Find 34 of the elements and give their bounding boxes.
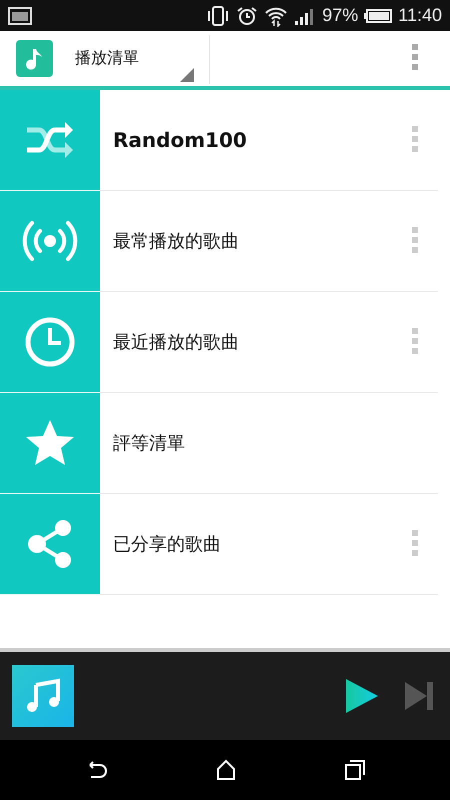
skip-next-button[interactable]	[404, 680, 434, 712]
vibrate-icon	[206, 6, 230, 26]
recent-apps-icon[interactable]	[344, 759, 366, 781]
album-art-icon[interactable]	[12, 665, 74, 727]
playlist-item[interactable]: 評等清單	[0, 393, 450, 494]
playlist-title: 已分享的歌曲	[113, 533, 222, 556]
playlist-item[interactable]: Random100	[0, 90, 450, 191]
broadcast-icon	[20, 219, 80, 263]
more-icon	[412, 226, 418, 252]
home-icon[interactable]	[214, 759, 237, 781]
share-icon	[27, 519, 73, 569]
battery-icon	[364, 8, 392, 22]
playlist-dropdown[interactable]: 播放清單	[75, 48, 139, 69]
image-icon	[8, 6, 32, 24]
more-icon	[412, 328, 418, 354]
playlist-title: Random100	[113, 128, 248, 152]
more-icon	[412, 530, 418, 556]
dropdown-corner-icon	[180, 68, 194, 82]
star-icon	[25, 419, 75, 467]
shuffle-icon	[25, 120, 75, 160]
alarm-clock-icon	[236, 6, 258, 26]
more-icon	[412, 126, 418, 152]
music-note-icon	[16, 40, 53, 77]
more-icon	[412, 44, 418, 70]
play-button[interactable]	[344, 677, 380, 715]
playlist-item[interactable]: 已分享的歌曲	[0, 494, 450, 595]
battery-percent: 97%	[322, 5, 358, 26]
clock-time: 11:40	[398, 5, 442, 26]
playlist-title: 評等清單	[113, 432, 186, 455]
playlist-item[interactable]: 最近播放的歌曲	[0, 292, 450, 393]
playlist-title: 最常播放的歌曲	[113, 230, 240, 253]
playlist-item[interactable]: 最常播放的歌曲	[0, 191, 450, 292]
playlist-title: 最近播放的歌曲	[113, 331, 240, 354]
clock-icon	[24, 316, 76, 368]
